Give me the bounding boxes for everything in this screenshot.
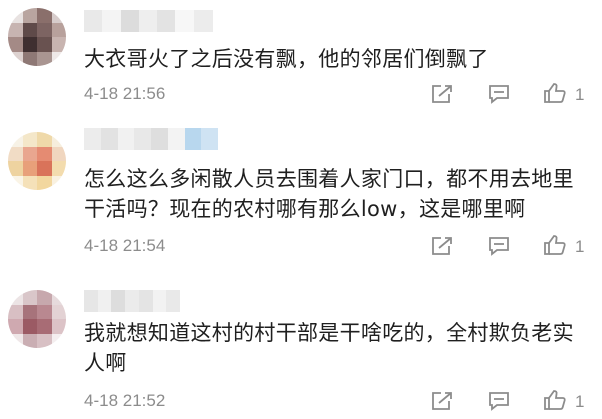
comment-timestamp: 4-18 21:54 bbox=[84, 236, 166, 255]
username-mosaic-cell bbox=[184, 128, 202, 150]
share-icon[interactable] bbox=[430, 83, 454, 105]
avatar[interactable] bbox=[8, 8, 66, 66]
avatar-mosaic-cell bbox=[37, 333, 52, 348]
username-mosaic-cell bbox=[167, 128, 185, 150]
avatar-mosaic-cell bbox=[8, 333, 23, 348]
avatar-mosaic-cell bbox=[37, 8, 52, 23]
username-blurred[interactable] bbox=[84, 128, 219, 150]
username-mosaic-cell bbox=[201, 128, 219, 150]
username-mosaic-cell bbox=[125, 290, 140, 312]
username-blurred[interactable] bbox=[84, 290, 181, 312]
avatar-mosaic-cell bbox=[37, 319, 52, 334]
avatar-mosaic-cell bbox=[8, 37, 23, 52]
thumbs-up-icon[interactable] bbox=[543, 234, 567, 256]
username-mosaic-cell bbox=[138, 290, 153, 312]
comment-timestamp: 4-18 21:56 bbox=[84, 84, 166, 103]
comment-icon[interactable] bbox=[487, 83, 511, 105]
username-mosaic-cell bbox=[175, 10, 195, 32]
avatar-mosaic-cell bbox=[8, 161, 23, 176]
share-icon[interactable] bbox=[430, 390, 454, 412]
avatar-mosaic-cell bbox=[51, 333, 66, 348]
avatar-mosaic-cell bbox=[22, 37, 37, 52]
username-mosaic-cell bbox=[138, 10, 158, 32]
username-mosaic-cell bbox=[100, 128, 118, 150]
avatar-mosaic-cell bbox=[8, 51, 23, 66]
avatar-mosaic-cell bbox=[22, 146, 37, 161]
avatar-mosaic-cell bbox=[8, 8, 23, 23]
username-mosaic-cell bbox=[193, 10, 213, 32]
comment-item: 怎么这么多闲散人员去围着人家门口，都不用去地里干活吗？现在的农村哪有那么low，… bbox=[0, 120, 602, 280]
username-blurred[interactable] bbox=[84, 10, 213, 32]
username-mosaic-cell bbox=[117, 128, 135, 150]
avatar-mosaic-cell bbox=[51, 175, 66, 190]
share-icon[interactable] bbox=[430, 235, 454, 257]
avatar-mosaic-cell bbox=[22, 304, 37, 319]
avatar-mosaic-cell bbox=[51, 290, 66, 305]
avatar-mosaic-cell bbox=[22, 22, 37, 37]
like-count: 1 bbox=[575, 392, 585, 411]
like-count: 1 bbox=[575, 85, 585, 104]
avatar-mosaic-cell bbox=[37, 161, 52, 176]
avatar-mosaic-cell bbox=[8, 146, 23, 161]
username-mosaic-cell bbox=[111, 290, 126, 312]
avatar[interactable] bbox=[8, 290, 66, 348]
avatar-mosaic-cell bbox=[37, 304, 52, 319]
avatar-mosaic-cell bbox=[22, 132, 37, 147]
avatar-mosaic-cell bbox=[51, 37, 66, 52]
avatar-mosaic-cell bbox=[22, 51, 37, 66]
avatar-mosaic-cell bbox=[37, 290, 52, 305]
comment-text: 我就想知道这村的村干部是干啥吃的，全村欺负老实人啊 bbox=[84, 321, 574, 375]
avatar-mosaic-cell bbox=[51, 304, 66, 319]
avatar-mosaic-cell bbox=[22, 175, 37, 190]
avatar-mosaic-cell bbox=[37, 146, 52, 161]
comment-text: 怎么这么多闲散人员去围着人家门口，都不用去地里干活吗？现在的农村哪有那么low，… bbox=[84, 167, 574, 221]
avatar-mosaic-cell bbox=[8, 290, 23, 305]
username-mosaic-cell bbox=[157, 10, 177, 32]
avatar-mosaic-cell bbox=[51, 8, 66, 23]
avatar-mosaic-cell bbox=[22, 161, 37, 176]
avatar-mosaic-cell bbox=[22, 319, 37, 334]
avatar-mosaic-cell bbox=[51, 319, 66, 334]
avatar-mosaic-cell bbox=[8, 22, 23, 37]
comment-item: 大衣哥火了之后没有飘，他的邻居们倒飘了 4-18 21:56 1 bbox=[0, 0, 602, 120]
avatar-mosaic-cell bbox=[37, 51, 52, 66]
username-mosaic-cell bbox=[84, 128, 101, 150]
comment-icon[interactable] bbox=[487, 390, 511, 412]
username-mosaic-cell bbox=[102, 10, 122, 32]
comment-item: 我就想知道这村的村干部是干啥吃的，全村欺负老实人啊 4-18 21:52 1 bbox=[0, 280, 602, 419]
avatar-mosaic-cell bbox=[37, 175, 52, 190]
avatar-mosaic-cell bbox=[8, 304, 23, 319]
avatar-mosaic-cell bbox=[37, 37, 52, 52]
username-mosaic-cell bbox=[97, 290, 112, 312]
avatar-mosaic-cell bbox=[22, 333, 37, 348]
avatar-mosaic-cell bbox=[8, 132, 23, 147]
avatar-mosaic-cell bbox=[8, 319, 23, 334]
thumbs-up-icon[interactable] bbox=[543, 82, 567, 104]
thumbs-up-icon[interactable] bbox=[543, 389, 567, 411]
username-mosaic-cell bbox=[120, 10, 140, 32]
avatar-mosaic-cell bbox=[51, 161, 66, 176]
avatar-mosaic-cell bbox=[51, 22, 66, 37]
avatar[interactable] bbox=[8, 132, 66, 190]
avatar-mosaic-cell bbox=[51, 146, 66, 161]
avatar-mosaic-cell bbox=[37, 22, 52, 37]
username-mosaic-cell bbox=[134, 128, 152, 150]
avatar-mosaic-cell bbox=[22, 290, 37, 305]
avatar-mosaic-cell bbox=[51, 132, 66, 147]
username-mosaic-cell bbox=[166, 290, 181, 312]
username-mosaic-cell bbox=[151, 128, 168, 150]
avatar-mosaic-cell bbox=[51, 51, 66, 66]
username-mosaic-cell bbox=[84, 10, 103, 32]
like-count: 1 bbox=[575, 237, 585, 256]
avatar-mosaic-cell bbox=[22, 8, 37, 23]
username-mosaic-cell bbox=[152, 290, 167, 312]
comment-timestamp: 4-18 21:52 bbox=[84, 391, 166, 410]
avatar-mosaic-cell bbox=[37, 132, 52, 147]
avatar-mosaic-cell bbox=[8, 175, 23, 190]
username-mosaic-cell bbox=[84, 290, 98, 312]
comment-text: 大衣哥火了之后没有飘，他的邻居们倒飘了 bbox=[84, 47, 489, 71]
comment-icon[interactable] bbox=[487, 235, 511, 257]
